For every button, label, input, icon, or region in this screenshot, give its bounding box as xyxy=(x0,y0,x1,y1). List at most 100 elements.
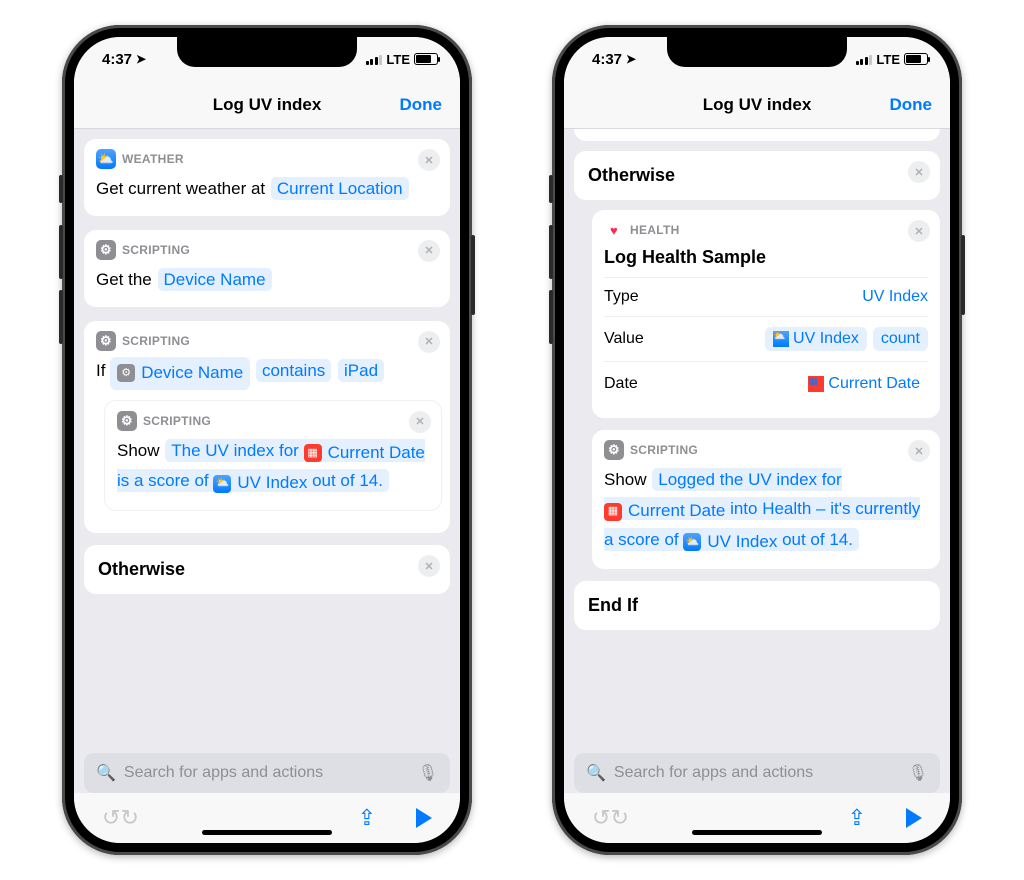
if-subject-token[interactable]: ⚙ Device Name xyxy=(110,357,250,390)
gear-icon: ⚙ xyxy=(96,240,116,260)
signal-icon xyxy=(366,54,383,65)
done-button[interactable]: Done xyxy=(400,95,443,115)
battery-icon xyxy=(904,53,928,65)
share-button[interactable]: ⇪ xyxy=(358,805,376,831)
category-label: HEALTH xyxy=(630,223,680,237)
search-placeholder: Search for apps and actions xyxy=(124,764,410,782)
search-icon: 🔍 xyxy=(96,763,116,783)
action-if[interactable]: ⚙ SCRIPTING If ⚙ Device Name contains iP… xyxy=(84,321,450,400)
undo-button[interactable]: ↺ xyxy=(102,805,120,831)
health-app-icon: ♥ xyxy=(604,220,624,240)
close-icon[interactable] xyxy=(418,240,440,262)
weather-app-icon: ⛅ xyxy=(683,533,701,551)
close-icon[interactable] xyxy=(418,149,440,171)
search-input[interactable]: 🔍 Search for apps and actions 🎙 xyxy=(84,753,450,793)
battery-icon xyxy=(414,53,438,65)
gear-icon: ⚙ xyxy=(96,331,116,351)
unit-token[interactable]: count xyxy=(873,327,928,351)
bottom-toolbar: ↺ ↻ ⇪ xyxy=(564,793,950,843)
notch xyxy=(667,37,847,67)
shortcut-editor[interactable]: Otherwise ♥ HEALTH Log Health Sample Typ… xyxy=(564,129,950,745)
otherwise-block[interactable]: Otherwise xyxy=(84,545,450,594)
show-text-token[interactable]: The UV index for ▦Current Date is a scor… xyxy=(117,439,425,493)
end-if-block[interactable]: End If xyxy=(574,581,940,630)
share-button[interactable]: ⇪ xyxy=(848,805,866,831)
if-word: If xyxy=(96,361,105,380)
bottom-toolbar: ↺ ↻ ⇪ xyxy=(74,793,460,843)
redo-button[interactable]: ↻ xyxy=(120,805,138,831)
weather-app-icon: ⛅ xyxy=(773,331,789,347)
if-condition-token[interactable]: contains xyxy=(256,359,331,382)
show-text-token[interactable]: Logged the UV index for ▦Current Date in… xyxy=(604,468,920,551)
carrier-label: LTE xyxy=(386,52,410,67)
otherwise-block[interactable]: Otherwise xyxy=(574,151,940,200)
calendar-icon: ▦ xyxy=(304,444,322,462)
uv-index-var[interactable]: ⛅UV Index xyxy=(683,528,777,557)
action-title: Log Health Sample xyxy=(604,246,928,269)
partial-card-above xyxy=(574,129,940,141)
gear-icon: ⚙ xyxy=(604,440,624,460)
microphone-icon[interactable]: 🎙 xyxy=(418,763,438,783)
location-arrow-icon: ➤ xyxy=(136,52,146,66)
action-get-device[interactable]: ⚙ SCRIPTING Get the Device Name xyxy=(84,230,450,307)
action-show-result[interactable]: ⚙ SCRIPTING Show Logged the UV index for… xyxy=(592,430,940,568)
run-button[interactable] xyxy=(906,808,922,828)
if-container: ⚙ SCRIPTING If ⚙ Device Name contains iP… xyxy=(84,321,450,533)
close-icon[interactable] xyxy=(409,411,431,433)
type-label: Type xyxy=(604,288,639,306)
page-title: Log UV index xyxy=(703,95,812,115)
close-icon[interactable] xyxy=(908,220,930,242)
device-name-token[interactable]: Device Name xyxy=(158,268,272,291)
calendar-icon: ▦ xyxy=(808,376,824,392)
uv-index-var[interactable]: ⛅UV Index xyxy=(213,469,307,498)
value-token[interactable]: ⛅ UV Index xyxy=(765,327,867,351)
date-label: Date xyxy=(604,375,638,393)
home-indicator[interactable] xyxy=(692,830,822,835)
if-value-token[interactable]: iPad xyxy=(338,359,384,382)
signal-icon xyxy=(856,54,873,65)
weather-app-icon: ⛅ xyxy=(96,149,116,169)
current-date-var[interactable]: ▦Current Date xyxy=(304,439,425,468)
action-text: Get current weather at xyxy=(96,179,265,198)
category-label: SCRIPTING xyxy=(122,334,190,348)
type-value[interactable]: UV Index xyxy=(862,288,928,306)
action-show-result[interactable]: ⚙ SCRIPTING Show The UV index for ▦Curre… xyxy=(104,400,442,512)
carrier-label: LTE xyxy=(876,52,900,67)
search-input[interactable]: 🔍 Search for apps and actions 🎙 xyxy=(574,753,940,793)
done-button[interactable]: Done xyxy=(890,95,933,115)
notch xyxy=(177,37,357,67)
category-label: SCRIPTING xyxy=(630,443,698,457)
nav-bar: Log UV index Done xyxy=(564,81,950,129)
gear-icon: ⚙ xyxy=(117,411,137,431)
show-word: Show xyxy=(604,470,647,489)
search-icon: 🔍 xyxy=(586,763,606,783)
value-label: Value xyxy=(604,330,644,348)
category-label: WEATHER xyxy=(122,152,184,166)
location-arrow-icon: ➤ xyxy=(626,52,636,66)
phone-right: 4:37 ➤ LTE Log UV index Done Otherwise xyxy=(552,25,962,855)
search-placeholder: Search for apps and actions xyxy=(614,764,900,782)
current-date-var[interactable]: ▦Current Date xyxy=(604,497,725,526)
redo-button[interactable]: ↻ xyxy=(610,805,628,831)
action-log-health[interactable]: ♥ HEALTH Log Health Sample Type UV Index… xyxy=(592,210,940,418)
shortcut-editor[interactable]: ⛅ WEATHER Get current weather at Current… xyxy=(74,129,460,745)
close-icon[interactable] xyxy=(418,331,440,353)
page-title: Log UV index xyxy=(213,95,322,115)
location-token[interactable]: Current Location xyxy=(271,177,409,200)
home-indicator[interactable] xyxy=(202,830,332,835)
status-time: 4:37 xyxy=(102,51,132,68)
category-label: SCRIPTING xyxy=(143,414,211,428)
undo-button[interactable]: ↺ xyxy=(592,805,610,831)
date-value[interactable]: ▦ Current Date xyxy=(800,372,928,396)
close-icon[interactable] xyxy=(418,555,440,577)
close-icon[interactable] xyxy=(908,161,930,183)
category-label: SCRIPTING xyxy=(122,243,190,257)
phone-left: 4:37 ➤ LTE Log UV index Done ⛅ WEATHER xyxy=(62,25,472,855)
weather-app-icon: ⛅ xyxy=(213,475,231,493)
show-word: Show xyxy=(117,441,160,460)
microphone-icon[interactable]: 🎙 xyxy=(908,763,928,783)
status-time: 4:37 xyxy=(592,51,622,68)
action-weather[interactable]: ⛅ WEATHER Get current weather at Current… xyxy=(84,139,450,216)
run-button[interactable] xyxy=(416,808,432,828)
nav-bar: Log UV index Done xyxy=(74,81,460,129)
